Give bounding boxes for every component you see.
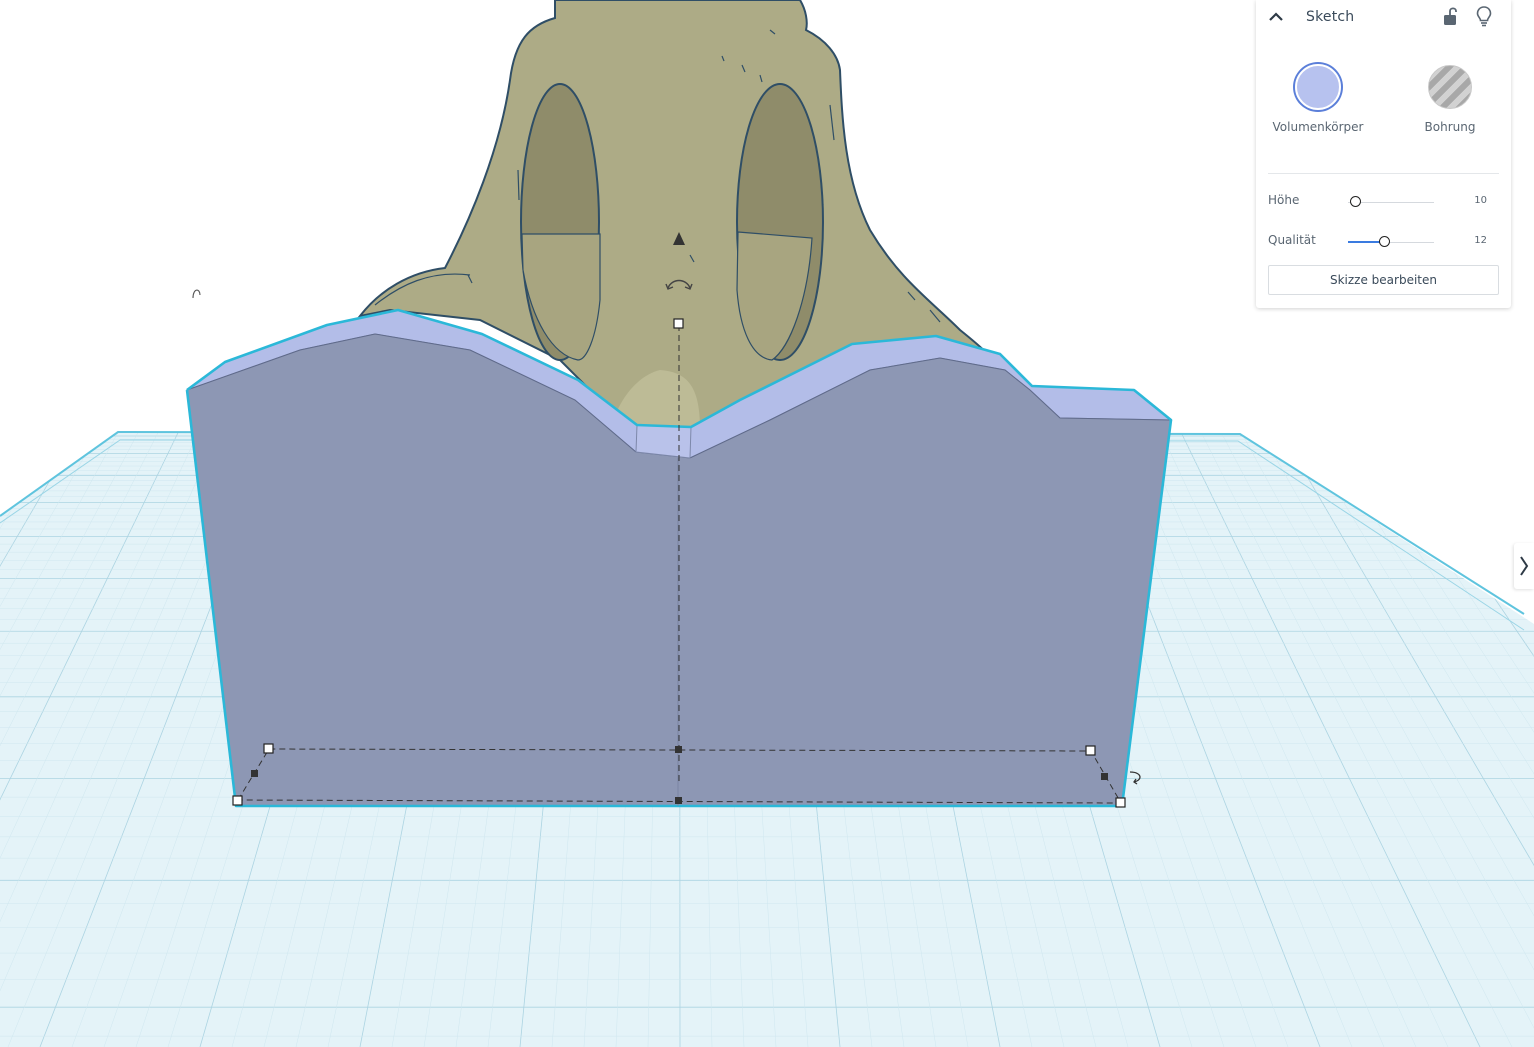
quality-property-row: Qualität 12 [1268, 230, 1499, 254]
solid-mode-option[interactable]: Volumenkörper [1268, 62, 1368, 142]
solid-swatch[interactable] [1295, 64, 1341, 110]
shape-inspector-panel: Sketch Volumenkörper Bohrung Höhe 10 Qua… [1256, 0, 1511, 308]
side-panel-toggle-button[interactable] [1514, 543, 1534, 589]
inspector-title: Sketch [1306, 9, 1355, 25]
solid-mode-label: Volumenkörper [1272, 120, 1364, 134]
hole-swatch[interactable] [1428, 65, 1472, 109]
divider [1268, 173, 1499, 174]
edit-sketch-button[interactable]: Skizze bearbeiten [1268, 265, 1499, 295]
inspector-header: Sketch [1256, 0, 1511, 34]
chevron-up-icon[interactable] [1266, 7, 1286, 27]
quality-value[interactable]: 12 [1474, 235, 1487, 246]
3d-viewport[interactable]: Sketch Volumenkörper Bohrung Höhe 10 Qua… [0, 0, 1534, 1047]
lightbulb-icon[interactable] [1475, 5, 1493, 27]
rotate-handle-left-icon[interactable] [192, 289, 201, 299]
quality-label: Qualität [1268, 233, 1316, 247]
height-value[interactable]: 10 [1474, 195, 1487, 206]
height-property-row: Höhe 10 [1268, 190, 1499, 214]
chevron-right-icon [1520, 556, 1529, 576]
height-handle[interactable] [673, 318, 684, 329]
height-label: Höhe [1268, 193, 1300, 207]
hole-mode-option[interactable]: Bohrung [1400, 62, 1500, 142]
unlock-icon[interactable] [1442, 5, 1460, 27]
hole-mode-label: Bohrung [1424, 120, 1476, 134]
quality-slider-thumb[interactable] [1379, 236, 1391, 247]
height-slider-thumb[interactable] [1349, 196, 1361, 207]
quality-slider[interactable] [1348, 236, 1434, 247]
height-slider[interactable] [1348, 196, 1434, 207]
